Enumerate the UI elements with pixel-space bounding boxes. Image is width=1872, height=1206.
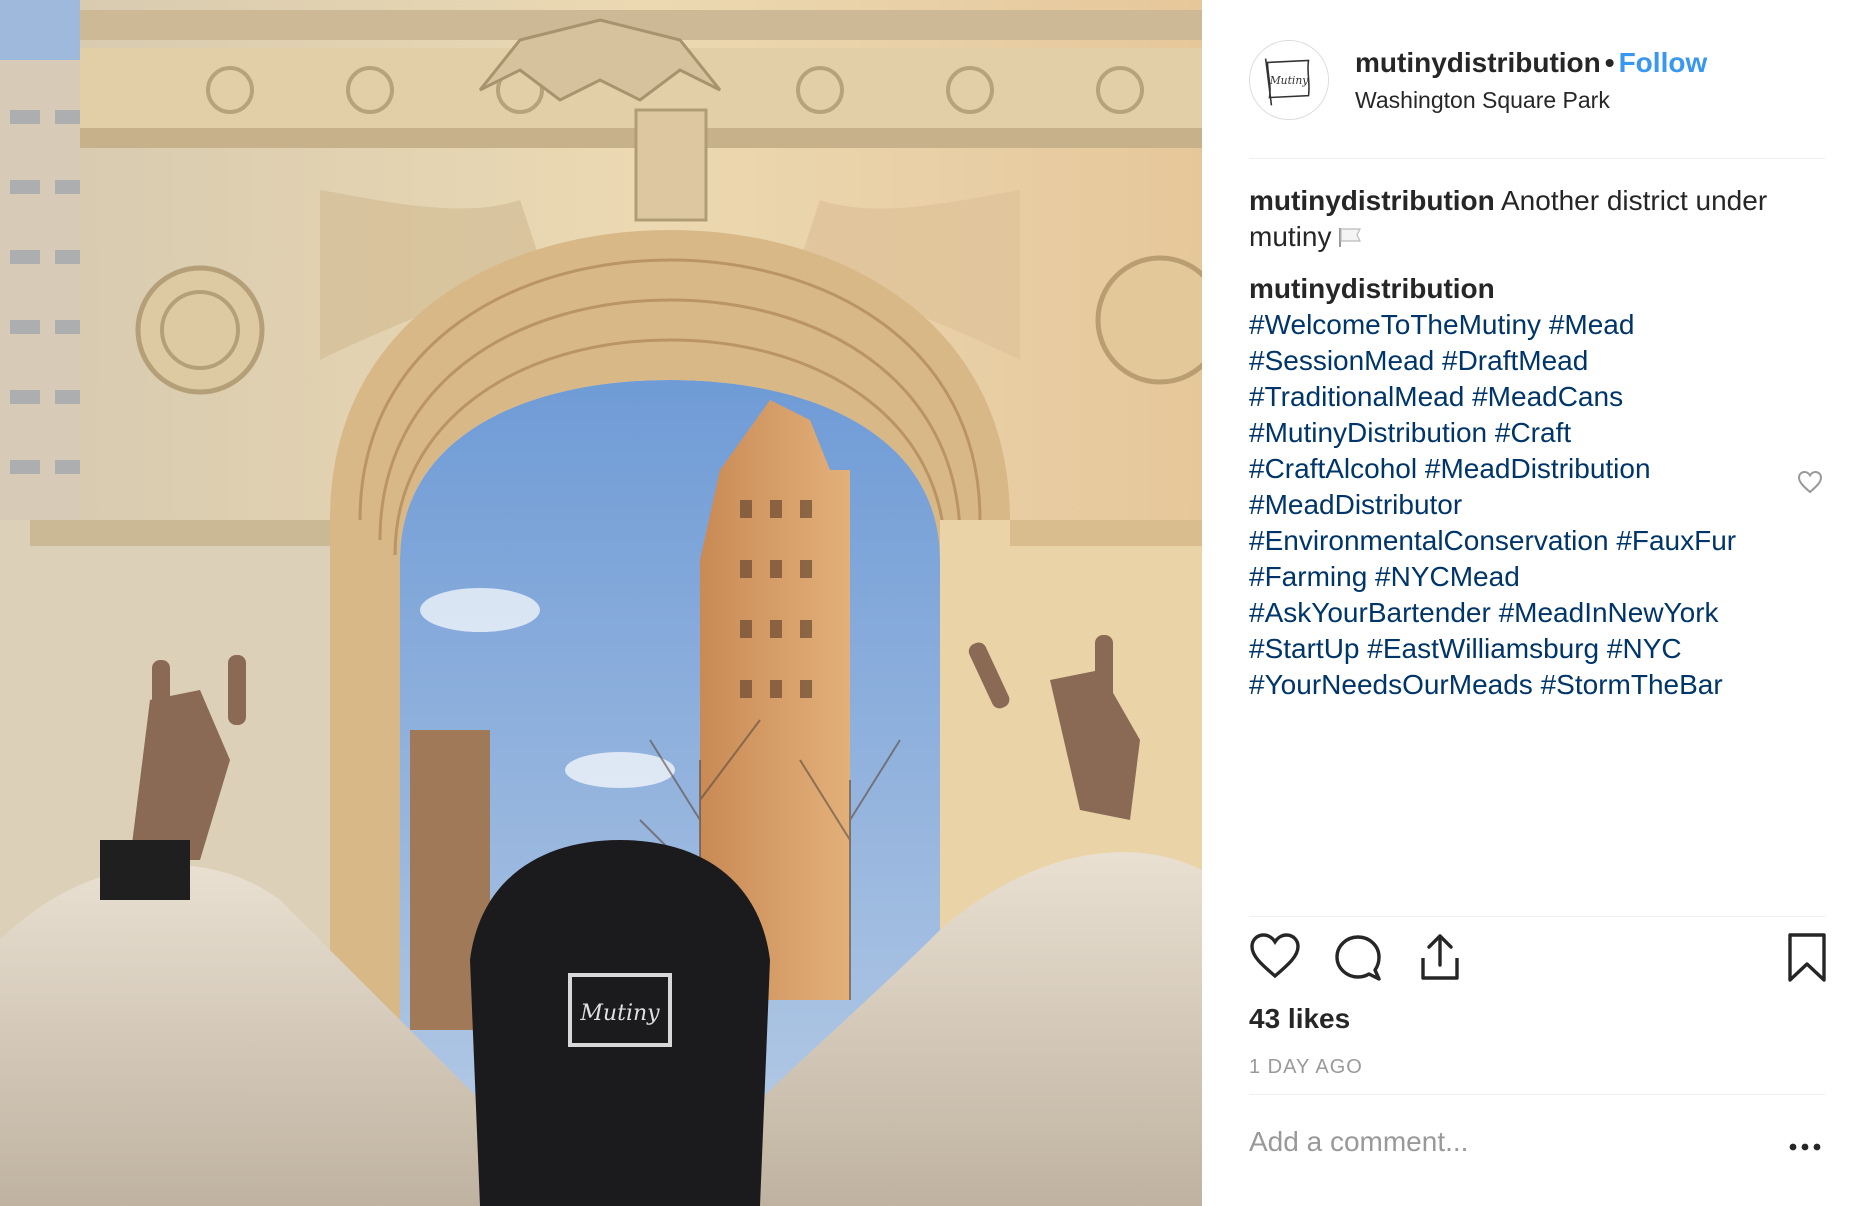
post-timestamp[interactable]: 1 DAY AGO xyxy=(1249,1056,1363,1079)
hashtag-link[interactable]: #NYCMead xyxy=(1375,561,1520,592)
comments-list: mutinydistribution Another district unde… xyxy=(1249,183,1825,703)
hashtag-link[interactable]: #StartUp xyxy=(1249,633,1360,664)
hashtag-link[interactable]: #DraftMead xyxy=(1442,345,1588,376)
comment-username[interactable]: mutinydistribution xyxy=(1249,271,1825,307)
comment-like-heart-icon[interactable] xyxy=(1797,470,1823,494)
hashtag-link[interactable]: #EastWilliamsburg xyxy=(1367,633,1599,664)
share-icon[interactable] xyxy=(1417,932,1463,987)
likes-count[interactable]: 43 likes xyxy=(1249,1003,1350,1035)
arch-photo-illustration: Mutiny xyxy=(0,0,1202,1206)
hashtag-link[interactable]: #YourNeedsOurMeads xyxy=(1249,669,1533,700)
hashtag-link[interactable]: #NYC xyxy=(1607,633,1682,664)
header-divider xyxy=(1249,158,1825,159)
hashtag-link[interactable]: #SessionMead xyxy=(1249,345,1434,376)
hashtag-link[interactable]: #MeadDistribution xyxy=(1425,453,1651,484)
comment-divider xyxy=(1249,1094,1825,1095)
post-location[interactable]: Washington Square Park xyxy=(1355,85,1707,115)
hashtag-link[interactable]: #MeadCans xyxy=(1472,381,1623,412)
heart-icon[interactable] xyxy=(1249,932,1301,985)
post-header: Mutiny mutinydistribution • Follow Washing… xyxy=(1249,40,1825,160)
hashtag-link[interactable]: #MeadDistributor xyxy=(1249,489,1462,520)
more-dots-icon[interactable] xyxy=(1787,1140,1823,1152)
hashtag-link[interactable]: #EnvironmentalConservation xyxy=(1249,525,1609,556)
hashtag-link[interactable]: #WelcomeToTheMutiny xyxy=(1249,309,1541,340)
hashtag-list: #WelcomeToTheMutiny #Mead #SessionMead #… xyxy=(1249,307,1825,703)
avatar-logo-text: Mutiny xyxy=(1269,74,1310,87)
bookmark-icon[interactable] xyxy=(1787,932,1827,989)
hashtag-link[interactable]: #CraftAlcohol xyxy=(1249,453,1417,484)
mutiny-flag-logo-icon: Mutiny xyxy=(1250,41,1328,119)
actions-divider xyxy=(1249,916,1825,917)
hashtag-link[interactable]: #MeadInNewYork xyxy=(1499,597,1719,628)
cap-logo-text: Mutiny xyxy=(579,1001,660,1026)
caption: mutinydistribution Another district unde… xyxy=(1249,183,1825,257)
hashtag-link[interactable]: #Mead xyxy=(1549,309,1635,340)
hashtag-link[interactable]: #FauxFur xyxy=(1616,525,1736,556)
hashtag-link[interactable]: #StormTheBar xyxy=(1541,669,1723,700)
hashtag-link[interactable]: #TraditionalMead xyxy=(1249,381,1464,412)
hashtag-link[interactable]: #MutinyDistribution xyxy=(1249,417,1487,448)
post-side-panel: Mutiny mutinydistribution • Follow Washing… xyxy=(1202,0,1872,1206)
hashtag-link[interactable]: #Farming xyxy=(1249,561,1367,592)
follow-button[interactable]: Follow xyxy=(1619,47,1708,78)
action-bar xyxy=(1249,932,1827,989)
separator-dot: • xyxy=(1604,47,1615,78)
hashtag-link[interactable]: #AskYourBartender xyxy=(1249,597,1491,628)
post-username[interactable]: mutinydistribution xyxy=(1355,47,1601,78)
add-comment-input[interactable] xyxy=(1249,1126,1719,1158)
hashtag-comment: mutinydistribution #WelcomeToTheMutiny #… xyxy=(1249,271,1825,703)
caption-username[interactable]: mutinydistribution xyxy=(1249,185,1495,216)
comment-bubble-icon[interactable] xyxy=(1333,932,1383,987)
hashtag-link[interactable]: #Craft xyxy=(1495,417,1571,448)
post-photo[interactable]: Mutiny xyxy=(0,0,1202,1206)
avatar[interactable]: Mutiny xyxy=(1249,40,1329,120)
white-flag-icon xyxy=(1337,221,1363,257)
